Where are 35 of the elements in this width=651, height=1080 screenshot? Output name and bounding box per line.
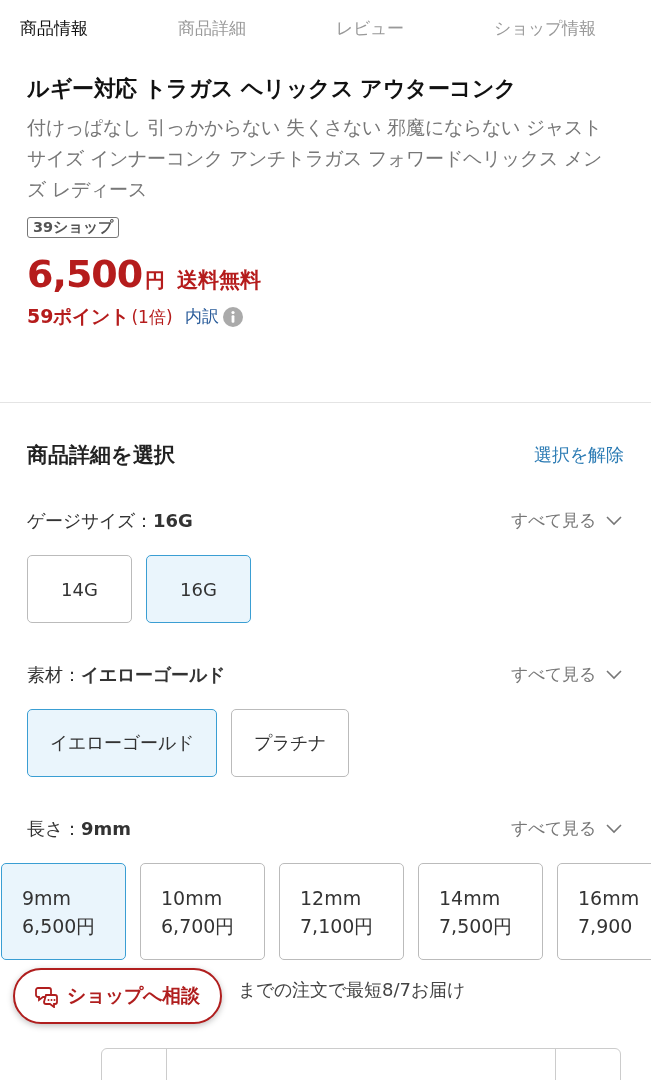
chevron-down-icon — [606, 516, 622, 526]
currency: 円 — [145, 267, 166, 294]
shop-count-badge: 39ショップ — [27, 217, 120, 238]
info-icon[interactable] — [222, 307, 243, 327]
option-label: 長さ：9mm — [27, 817, 132, 841]
clear-selection-link[interactable]: 選択を解除 — [534, 443, 624, 467]
shipping-label: 送料無料 — [177, 267, 262, 294]
points-multiplier: (1倍) — [131, 305, 173, 329]
section-heading: 商品詳細を選択 — [27, 442, 175, 469]
option-chip[interactable]: 10mm 6,700円 — [140, 863, 265, 960]
option-label: ゲージサイズ：16G — [27, 509, 193, 533]
product-title: ルギー対応 トラガス ヘリックス アウターコンク — [27, 75, 518, 103]
see-all-link[interactable]: すべて見る — [511, 818, 622, 840]
points: 59ポイント — [27, 304, 130, 329]
quantity-stepper[interactable] — [101, 1048, 621, 1080]
option-chip[interactable]: プラチナ — [231, 709, 349, 777]
see-all-link[interactable]: すべて見る — [511, 664, 622, 686]
option-chip[interactable]: 16mm 7,900 — [557, 863, 651, 960]
option-label: 素材：イエローゴールド — [27, 663, 225, 687]
breakdown-link[interactable]: 内訳 — [184, 306, 219, 328]
consult-button[interactable]: ショップへ相談 — [13, 968, 222, 1024]
option-chip[interactable]: 14mm 7,500円 — [418, 863, 543, 960]
delivery-text: までの注文で最短8/7お届け — [238, 978, 465, 1002]
chat-icon — [35, 984, 59, 1008]
chevron-down-icon — [606, 824, 622, 834]
option-chip[interactable]: 9mm 6,500円 — [1, 863, 126, 960]
product-description: 付けっぱなし 引っかからない 失くさない 邪魔にならない ジャストサイズ インナーコンク アンチトラガス フォワードヘリックス メンズ レディース — [27, 116, 603, 202]
option-chip[interactable]: 14G — [27, 555, 132, 623]
option-chip[interactable]: 16G — [146, 555, 251, 623]
see-all-link[interactable]: すべて見る — [511, 510, 622, 532]
option-chip[interactable]: 12mm 7,100円 — [279, 863, 404, 960]
tab[interactable]: 商品情報 — [20, 14, 88, 42]
chevron-down-icon — [606, 670, 622, 680]
price: 6,500 — [27, 252, 143, 296]
option-chip[interactable]: イエローゴールド — [27, 709, 217, 777]
